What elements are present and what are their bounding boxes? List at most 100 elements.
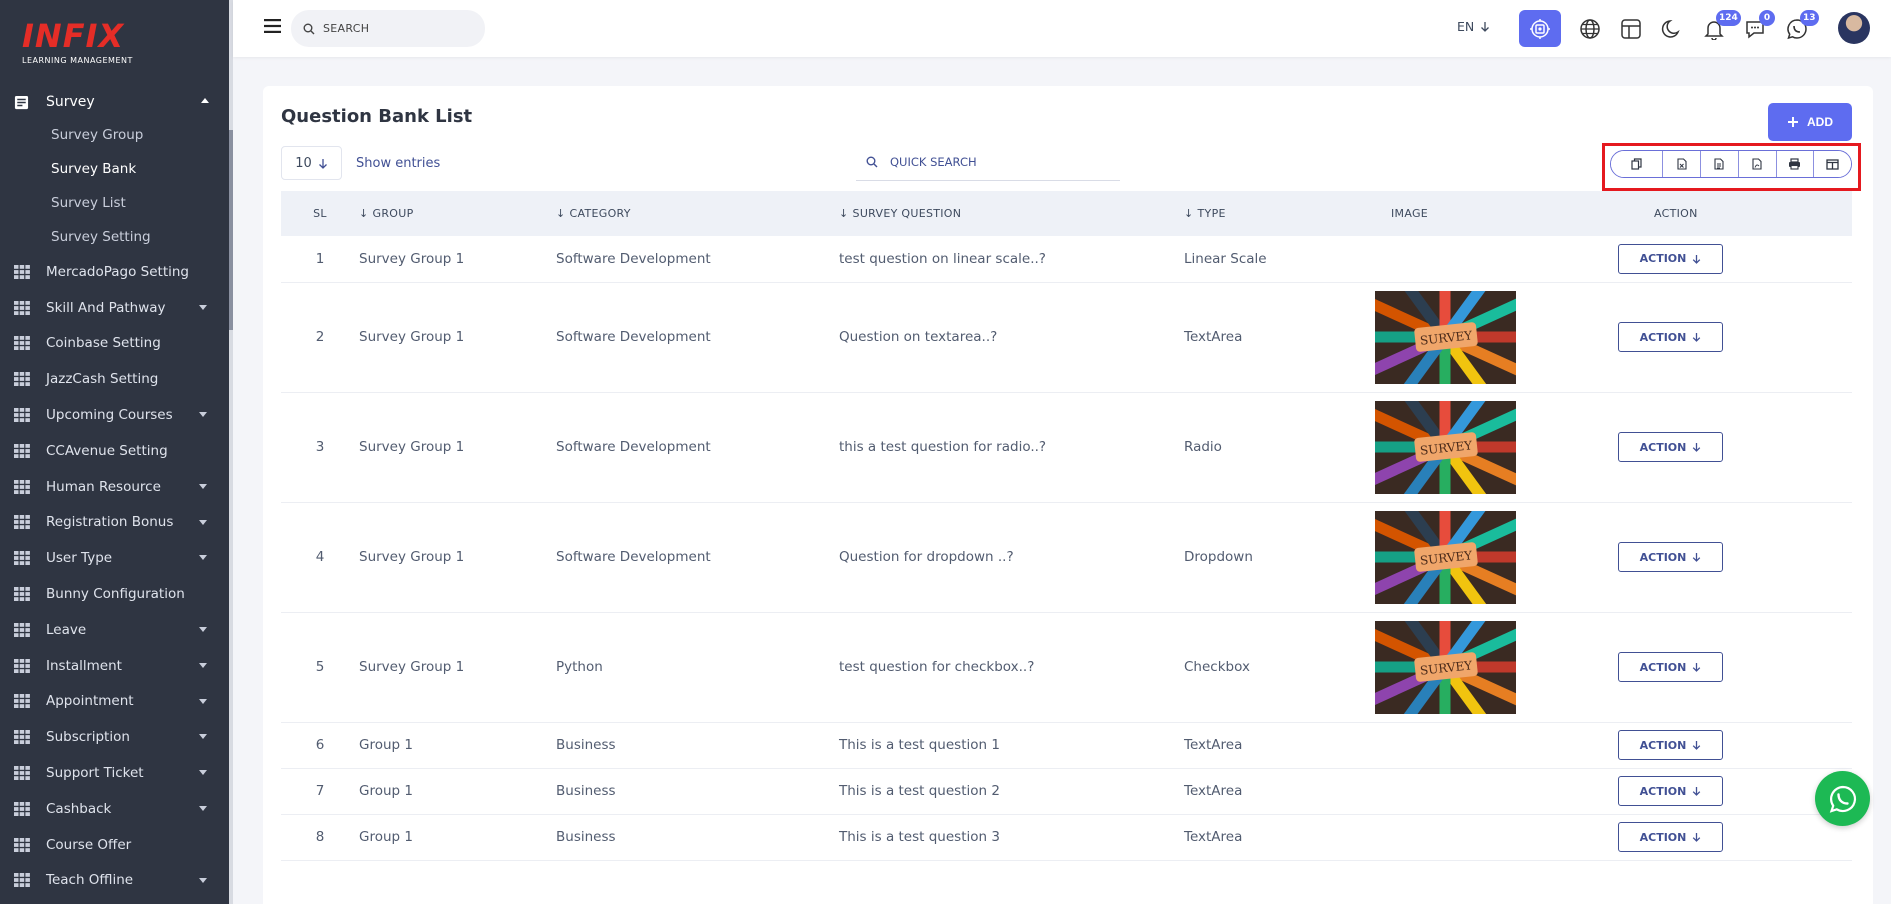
grid-icon — [14, 730, 30, 745]
cell-type: Dropdown — [1184, 502, 1369, 613]
search-input[interactable] — [323, 22, 473, 35]
logo[interactable]: INFIX LEARNING MANAGEMENT — [22, 18, 133, 65]
cell-type: Radio — [1184, 392, 1369, 503]
column-header-group[interactable]: ↓ GROUP — [359, 191, 556, 236]
user-avatar[interactable] — [1838, 12, 1870, 44]
arrow-down-icon — [1693, 553, 1701, 562]
table-row: 1 Survey Group 1 Software Development test … — [281, 236, 1852, 283]
entries-select[interactable]: 10 — [281, 146, 342, 180]
sidebar-subitem-survey-group[interactable]: Survey Group — [0, 118, 229, 152]
action-button[interactable]: ACTION — [1618, 822, 1723, 852]
sidebar-item-teach-offline[interactable]: Teach Offline — [0, 863, 229, 899]
dashboard-button[interactable] — [1519, 10, 1561, 47]
column-header-survey-question[interactable]: ↓ SURVEY QUESTION — [839, 191, 1184, 236]
cell-group: Survey Group 1 — [359, 612, 556, 723]
page-title: Question Bank List — [281, 106, 473, 127]
whatsapp-chat-button[interactable] — [1815, 771, 1870, 826]
sidebar-item-coinbase-setting[interactable]: Coinbase Setting — [0, 326, 229, 362]
sidebar-item-skill-and-pathway[interactable]: Skill And Pathway — [0, 290, 229, 326]
table-row: 2 Survey Group 1 Software Development Quest… — [281, 282, 1852, 393]
survey-thumbnail: SURVEY — [1375, 510, 1516, 604]
grid-icon — [14, 408, 30, 423]
cell-question: Question on textarea..? — [839, 282, 1184, 393]
action-button-label: ACTION — [1639, 252, 1687, 266]
cell-action: ACTION — [1618, 502, 1852, 613]
grid-icon — [14, 837, 30, 852]
table-row: 5 Survey Group 1 Python test question for c… — [281, 612, 1852, 723]
cell-category: Business — [556, 768, 839, 815]
action-button[interactable]: ACTION — [1618, 776, 1723, 806]
sidebar-item-label: Human Resource — [46, 478, 161, 495]
column-header-category[interactable]: ↓ CATEGORY — [556, 191, 839, 236]
sidebar-item-support-ticket[interactable]: Support Ticket — [0, 755, 229, 791]
sidebar-item-human-resource[interactable]: Human Resource — [0, 469, 229, 505]
hamburger-menu-icon[interactable] — [264, 19, 281, 33]
sidebar-item-mercadopago-setting[interactable]: MercadoPago Setting — [0, 254, 229, 290]
action-button[interactable]: ACTION — [1618, 432, 1723, 462]
add-button[interactable]: ADD — [1768, 103, 1852, 141]
messages-badge: 0 — [1759, 10, 1775, 26]
sort-arrow-icon: ↓ — [839, 207, 849, 220]
sidebar-item-user-type[interactable]: User Type — [0, 540, 229, 576]
arrow-down-icon — [1693, 663, 1701, 672]
action-button[interactable]: ACTION — [1618, 322, 1723, 352]
cell-category: Business — [556, 722, 839, 769]
cell-group: Survey Group 1 — [359, 502, 556, 613]
column-header-type[interactable]: ↓ TYPE — [1184, 191, 1369, 236]
sidebar-subitem-survey-setting[interactable]: Survey Setting — [0, 220, 229, 254]
cell-image — [1369, 814, 1618, 861]
sidebar-item-subscription[interactable]: Subscription — [0, 719, 229, 755]
globe-icon[interactable] — [1579, 18, 1601, 40]
sidebar-item-upcoming-courses[interactable]: Upcoming Courses — [0, 397, 229, 433]
sidebar-item-leave[interactable]: Leave — [0, 612, 229, 648]
sidebar-item-jazzcash-setting[interactable]: JazzCash Setting — [0, 361, 229, 397]
cell-group: Survey Group 1 — [359, 392, 556, 503]
quick-search-input[interactable] — [890, 155, 1090, 169]
search-bar[interactable] — [291, 10, 485, 47]
cell-image: SURVEY — [1369, 282, 1618, 393]
caret-down-icon — [199, 555, 207, 561]
sidebar-subitem-survey-bank[interactable]: Survey Bank — [0, 152, 229, 186]
cell-image: SURVEY — [1369, 392, 1618, 503]
cell-question: test question on linear scale..? — [839, 236, 1184, 283]
sidebar-item-ccavenue-setting[interactable]: CCAvenue Setting — [0, 433, 229, 469]
language-selector[interactable]: EN — [1457, 19, 1490, 34]
caret-down-icon — [199, 626, 207, 632]
column-header-label: TYPE — [1197, 207, 1226, 220]
cell-category: Software Development — [556, 282, 839, 393]
caret-down-icon — [199, 877, 207, 883]
layout-icon[interactable] — [1620, 18, 1642, 40]
sidebar-item-survey[interactable]: Survey — [0, 86, 229, 118]
table-row: 8 Group 1 Business This is a test question … — [281, 814, 1852, 861]
sidebar-item-installment[interactable]: Installment — [0, 648, 229, 684]
sidebar-item-course-offer[interactable]: Course Offer — [0, 827, 229, 863]
table-row: 7 Group 1 Business This is a test question … — [281, 768, 1852, 815]
cell-action: ACTION — [1618, 392, 1852, 503]
table-header-row: SL ↓ GROUP ↓ CATEGORY ↓ SURVEY QUESTION ↓ TY… — [281, 191, 1852, 236]
sidebar-item-label: Cashback — [46, 800, 112, 817]
sort-arrow-icon: ↓ — [359, 207, 369, 220]
sidebar-nav: Survey Survey Group Survey Bank Survey L… — [0, 86, 229, 898]
sidebar-item-appointment[interactable]: Appointment — [0, 684, 229, 720]
action-button[interactable]: ACTION — [1618, 243, 1723, 274]
action-button[interactable]: ACTION — [1618, 730, 1723, 760]
sidebar-item-registration-bonus[interactable]: Registration Bonus — [0, 505, 229, 541]
sidebar-item-cashback[interactable]: Cashback — [0, 791, 229, 827]
quick-search[interactable] — [856, 144, 1120, 181]
arrow-down-icon — [1481, 22, 1490, 32]
cell-image — [1369, 722, 1618, 769]
moon-icon[interactable] — [1661, 18, 1683, 40]
column-header-sl[interactable]: SL — [281, 191, 359, 236]
sidebar-scrollbar-thumb[interactable] — [229, 130, 233, 330]
sidebar-item-label: Subscription — [46, 729, 130, 746]
sidebar-subitem-survey-list[interactable]: Survey List — [0, 186, 229, 220]
grid-icon — [14, 300, 30, 315]
action-button[interactable]: ACTION — [1618, 542, 1723, 572]
survey-thumbnail: SURVEY — [1375, 620, 1516, 714]
sidebar-item-bunny-configuration[interactable]: Bunny Configuration — [0, 576, 229, 612]
cell-question: Question for dropdown ..? — [839, 502, 1184, 613]
cell-type: TextArea — [1184, 722, 1369, 769]
column-header-label: ACTION — [1654, 207, 1698, 220]
grid-icon — [14, 372, 30, 387]
action-button[interactable]: ACTION — [1618, 652, 1723, 682]
